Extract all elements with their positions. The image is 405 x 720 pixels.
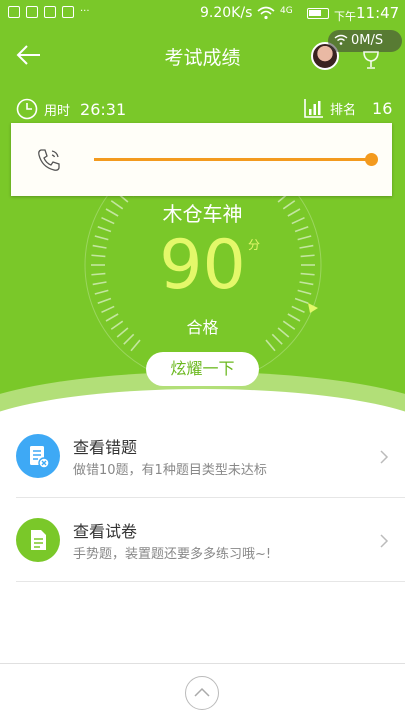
- status-bar: ··· 9.20K/s 4G 下午 11:47: [0, 0, 405, 28]
- battery-icon: [307, 8, 329, 19]
- chevron-up-icon: [194, 687, 210, 697]
- list-item-subtitle: 做错10题，有1种题目类型未达标: [73, 463, 267, 478]
- exam-paper-icon: [16, 518, 60, 562]
- usb-icon: [44, 6, 56, 18]
- message-icon: [62, 6, 74, 18]
- phone-call-icon[interactable]: [36, 147, 62, 173]
- share-button[interactable]: 炫耀一下: [146, 352, 259, 386]
- floating-speed-widget[interactable]: 0M/S: [328, 30, 402, 52]
- chevron-right-icon: [380, 450, 389, 464]
- call-progress-knob[interactable]: [365, 153, 378, 166]
- list-item-title: 查看试卷: [73, 522, 138, 541]
- list-item-title: 查看错题: [73, 438, 138, 457]
- rank-label: 排名: [330, 102, 357, 118]
- bottom-bar: [0, 663, 405, 720]
- gallery-icon: [8, 6, 20, 18]
- list-item-exam-paper[interactable]: 查看试卷 手势题，装置题还要多多练习哦~!: [16, 498, 405, 582]
- network-type: 4G: [280, 6, 293, 16]
- rank: 排名 16: [304, 98, 392, 118]
- wifi-icon: [334, 34, 348, 45]
- scroll-up-button[interactable]: [185, 676, 219, 710]
- time-value: 26:31: [80, 99, 127, 119]
- pass-status: 合格: [186, 318, 219, 337]
- wifi-icon: [257, 6, 275, 20]
- clock-icon: [16, 98, 38, 120]
- clock-time: 11:47: [356, 4, 400, 22]
- bar-chart-icon: [304, 99, 323, 118]
- rank-value: 16: [372, 98, 393, 118]
- floating-speed-value: 0M/S: [351, 33, 384, 48]
- wrong-questions-icon: [16, 434, 60, 478]
- chevron-right-icon: [380, 534, 389, 548]
- gauge-marker: [308, 303, 318, 313]
- list-item-subtitle: 手势题，装置题还要多多练习哦~!: [73, 547, 272, 562]
- call-overlay: [11, 123, 392, 196]
- grade-title: 木仓车神: [162, 202, 243, 226]
- network-speed: 9.20K/s: [200, 5, 253, 21]
- qr-icon: [26, 6, 38, 18]
- action-list: 查看错题 做错10题，有1种题目类型未达标 查看试卷 手势题，装置题还要多多练习…: [0, 414, 405, 582]
- score-unit: 分: [248, 238, 261, 252]
- call-progress-track: [94, 158, 371, 161]
- score-value: 90: [159, 226, 246, 305]
- list-item-wrong-questions[interactable]: 查看错题 做错10题，有1种题目类型未达标: [16, 414, 405, 498]
- time-label: 用时: [44, 103, 71, 119]
- time-used: 用时 26:31: [16, 98, 126, 120]
- trophy-icon[interactable]: [360, 50, 382, 70]
- exam-result-screen: ··· 9.20K/s 4G 下午 11:47 考试成绩 0M/S 用时 26:…: [0, 0, 405, 720]
- clock-ampm: 下午: [334, 10, 356, 23]
- more-icon: ···: [80, 6, 90, 17]
